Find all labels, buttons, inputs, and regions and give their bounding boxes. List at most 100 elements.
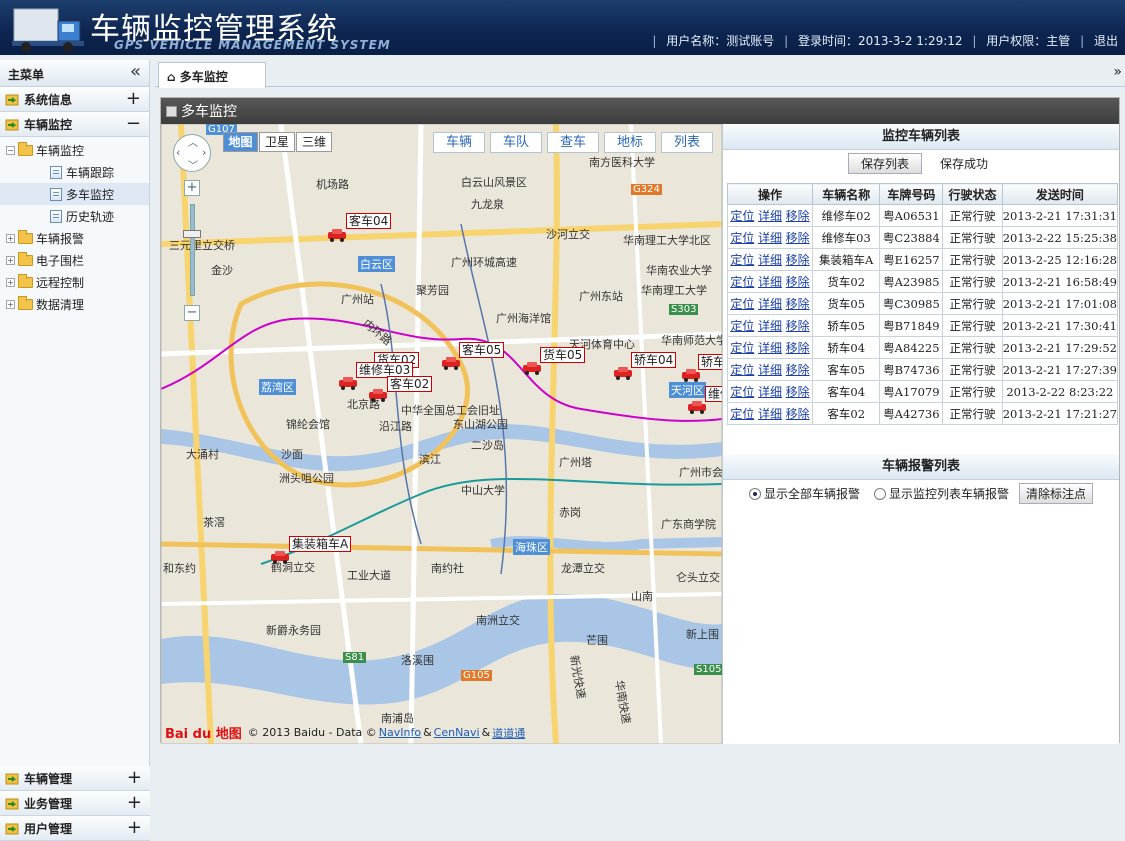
car-marker-icon[interactable]: [338, 376, 358, 390]
map-tool-vehicle[interactable]: 车辆: [433, 132, 485, 153]
accordion-vehicle-management[interactable]: 车辆管理 +: [0, 766, 150, 791]
tree-expand-icon[interactable]: +: [6, 233, 15, 243]
remove-link[interactable]: 移除: [786, 341, 810, 355]
locate-link[interactable]: 定位: [730, 363, 754, 377]
vehicle-tag[interactable]: 客车05: [459, 342, 505, 358]
cennavi-link[interactable]: CenNavi: [434, 726, 480, 739]
car-marker-icon[interactable]: [687, 400, 707, 414]
zoom-slider-thumb[interactable]: [183, 230, 201, 238]
remove-link[interactable]: 移除: [786, 319, 810, 333]
accordion-business-management[interactable]: 业务管理 +: [0, 791, 150, 816]
detail-link[interactable]: 详细: [758, 209, 782, 223]
tree-node-vehicle-tracking[interactable]: 车辆跟踪: [0, 161, 149, 183]
tree-node-vehicle-monitor[interactable]: − 车辆监控: [0, 139, 149, 161]
remove-link[interactable]: 移除: [786, 363, 810, 377]
locate-link[interactable]: 定位: [730, 297, 754, 311]
logout-link[interactable]: 退出: [1094, 34, 1118, 48]
map-view[interactable]: 机场路 白云山风景区 九龙泉 沙河立交 南方医科大学 华南理工大学北区 三元里立…: [161, 124, 722, 744]
map-pan-control[interactable]: ︿ ﹀ ‹ ›: [173, 134, 211, 172]
remove-link[interactable]: 移除: [786, 297, 810, 311]
tree-collapse-icon[interactable]: −: [6, 145, 15, 155]
remove-link[interactable]: 移除: [786, 209, 810, 223]
locate-link[interactable]: 定位: [730, 385, 754, 399]
vehicle-tag[interactable]: 货车05: [540, 347, 586, 363]
tree-node-vehicle-alarm[interactable]: + 车辆报警: [0, 227, 149, 249]
expand-icon[interactable]: +: [127, 767, 142, 788]
expand-icon[interactable]: +: [126, 88, 141, 109]
car-marker-icon[interactable]: [327, 228, 347, 242]
car-marker-icon[interactable]: [613, 366, 633, 380]
expand-icon[interactable]: +: [127, 817, 142, 838]
accordion-user-management[interactable]: 用户管理 +: [0, 816, 150, 841]
car-marker-icon[interactable]: [522, 361, 542, 375]
map-type-map[interactable]: 地图: [223, 132, 258, 152]
car-marker-icon[interactable]: [681, 368, 701, 382]
detail-link[interactable]: 详细: [758, 297, 782, 311]
detail-link[interactable]: 详细: [758, 231, 782, 245]
pan-up-icon[interactable]: ︿: [188, 134, 198, 149]
vehicle-tag[interactable]: 客车02: [387, 376, 433, 392]
map-tool-landmark[interactable]: 地标: [604, 132, 656, 153]
map-tool-fleet[interactable]: 车队: [490, 132, 542, 153]
tab-multi-monitor[interactable]: ⌂ 多车监控: [158, 62, 266, 88]
radio-show-list-alarms[interactable]: [874, 487, 887, 500]
detail-link[interactable]: 详细: [758, 385, 782, 399]
detail-link[interactable]: 详细: [758, 319, 782, 333]
vehicle-tag[interactable]: 客车04: [346, 213, 392, 229]
locate-link[interactable]: 定位: [730, 253, 754, 267]
locate-link[interactable]: 定位: [730, 275, 754, 289]
tree-expand-icon[interactable]: +: [6, 299, 15, 309]
clear-markers-button[interactable]: 清除标注点: [1019, 483, 1094, 504]
navinfo-link[interactable]: NavInfo: [379, 726, 421, 739]
tree-expand-icon[interactable]: +: [6, 255, 15, 265]
tree-node-data-cleanup[interactable]: + 数据清理: [0, 293, 149, 315]
pan-left-icon[interactable]: ‹: [176, 146, 180, 159]
remove-link[interactable]: 移除: [786, 253, 810, 267]
pan-down-icon[interactable]: ﹀: [188, 157, 198, 172]
locate-link[interactable]: 定位: [730, 209, 754, 223]
pan-right-icon[interactable]: ›: [202, 146, 206, 159]
locate-link[interactable]: 定位: [730, 319, 754, 333]
daodaotong-link[interactable]: 道道通: [492, 725, 525, 741]
detail-link[interactable]: 详细: [758, 407, 782, 421]
tree-expand-icon[interactable]: +: [6, 277, 15, 287]
expand-icon[interactable]: +: [127, 792, 142, 813]
tree-node-geofence[interactable]: + 电子围栏: [0, 249, 149, 271]
car-marker-icon[interactable]: [270, 550, 290, 564]
zoom-in-button[interactable]: +: [184, 180, 200, 196]
map-tool-search-vehicle[interactable]: 查车: [547, 132, 599, 153]
detail-link[interactable]: 详细: [758, 253, 782, 267]
vehicle-list-toolbar: 保存列表 保存成功: [723, 150, 1119, 177]
vehicle-tag[interactable]: 轿车04: [631, 352, 677, 368]
tree-node-remote-control[interactable]: + 远程控制: [0, 271, 149, 293]
locate-link[interactable]: 定位: [730, 341, 754, 355]
radio-show-all-alarms[interactable]: [749, 487, 761, 500]
car-marker-icon[interactable]: [441, 356, 461, 370]
collapse-icon[interactable]: −: [126, 113, 141, 134]
car-marker-icon[interactable]: [368, 388, 388, 402]
locate-link[interactable]: 定位: [730, 231, 754, 245]
locate-link[interactable]: 定位: [730, 407, 754, 421]
tab-more-icon[interactable]: »: [1113, 64, 1122, 80]
map-type-satellite[interactable]: 卫星: [259, 132, 295, 152]
accordion-vehicle-monitor[interactable]: 车辆监控 −: [0, 112, 149, 137]
map-tool-list[interactable]: 列表: [661, 132, 713, 153]
vehicle-tag[interactable]: 轿车05: [698, 354, 722, 370]
remove-link[interactable]: 移除: [786, 275, 810, 289]
collapse-sidebar-icon[interactable]: «: [130, 61, 141, 82]
save-list-button[interactable]: 保存列表: [848, 153, 923, 174]
zoom-out-button[interactable]: −: [184, 305, 200, 321]
remove-link[interactable]: 移除: [786, 407, 810, 421]
remove-link[interactable]: 移除: [786, 231, 810, 245]
vehicle-tag[interactable]: 维修车02: [705, 386, 722, 402]
vehicle-tag[interactable]: 集装箱车A: [289, 536, 352, 552]
accordion-system-info[interactable]: 系统信息 +: [0, 87, 149, 112]
detail-link[interactable]: 详细: [758, 275, 782, 289]
remove-link[interactable]: 移除: [786, 385, 810, 399]
tree-node-history-track[interactable]: 历史轨迹: [0, 205, 149, 227]
tree-node-multi-monitor[interactable]: 多车监控: [0, 183, 149, 205]
detail-link[interactable]: 详细: [758, 341, 782, 355]
detail-link[interactable]: 详细: [758, 363, 782, 377]
map-type-3d[interactable]: 三维: [296, 132, 332, 152]
zoom-slider-rail[interactable]: [190, 204, 195, 296]
